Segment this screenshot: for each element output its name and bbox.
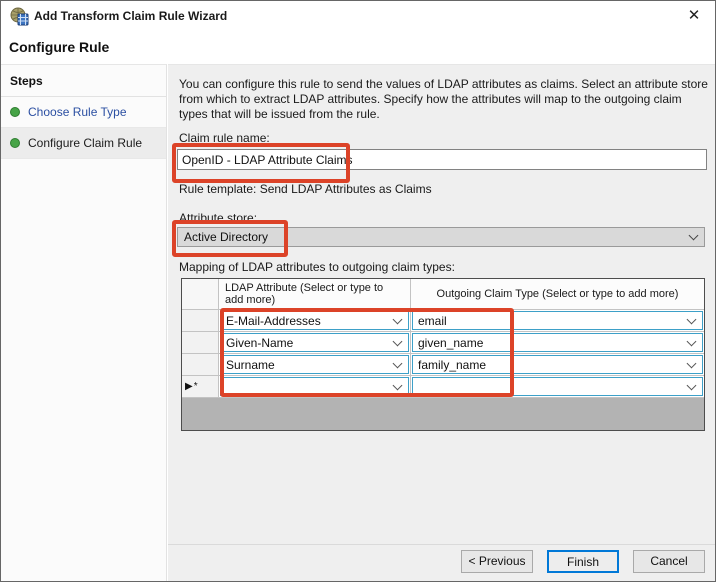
wizard-icon <box>10 7 29 26</box>
step-bullet-icon <box>10 107 20 117</box>
ldap-attribute-value: E-Mail-Addresses <box>226 313 321 328</box>
column-header-outgoing-claim-type: Outgoing Claim Type (Select or type to a… <box>411 279 704 310</box>
outgoing-claim-cell: given_name <box>411 332 704 354</box>
ldap-attribute-dropdown[interactable] <box>220 377 409 396</box>
attribute-store-dropdown[interactable]: Active Directory <box>177 227 705 247</box>
steps-heading: Steps <box>1 65 166 97</box>
row-selector[interactable] <box>182 310 219 332</box>
rule-template-text: Rule template: Send LDAP Attributes as C… <box>179 182 432 196</box>
chevron-down-icon <box>392 380 403 390</box>
finish-button[interactable]: Finish <box>547 550 619 573</box>
ldap-attribute-cell <box>219 376 411 398</box>
table-empty-area <box>182 398 704 430</box>
ldap-attribute-value: Given-Name <box>226 335 294 350</box>
outgoing-claim-value: email <box>418 313 447 328</box>
ldap-attribute-cell: Surname <box>219 354 411 376</box>
step-bullet-icon <box>10 138 20 148</box>
claim-rule-name-label: Claim rule name: <box>179 131 270 145</box>
chevron-down-icon <box>688 230 699 241</box>
row-selector[interactable] <box>182 354 219 376</box>
chevron-down-icon <box>392 358 403 368</box>
mapping-label: Mapping of LDAP attributes to outgoing c… <box>179 260 455 274</box>
table-row-new: ▶* <box>182 376 704 398</box>
attribute-store-label: Attribute store: <box>179 211 258 225</box>
row-selector-header <box>182 279 219 310</box>
outgoing-claim-dropdown[interactable]: email <box>412 311 703 330</box>
previous-button[interactable]: < Previous <box>461 550 533 573</box>
chevron-down-icon <box>686 380 697 390</box>
ldap-attribute-cell: E-Mail-Addresses <box>219 310 411 332</box>
ldap-attribute-dropdown[interactable]: Surname <box>220 355 409 374</box>
page-title: Configure Rule <box>9 39 110 55</box>
row-selector[interactable] <box>182 332 219 354</box>
mapping-table: LDAP Attribute (Select or type to add mo… <box>181 278 705 431</box>
ldap-attribute-value: Surname <box>226 357 275 372</box>
window-title: Add Transform Claim Rule Wizard <box>34 9 228 23</box>
chevron-down-icon <box>392 314 403 324</box>
new-row-marker-icon[interactable]: ▶* <box>182 376 219 398</box>
table-row: E-Mail-Addresses email <box>182 310 704 332</box>
outgoing-claim-cell: email <box>411 310 704 332</box>
steps-sidebar: Steps Choose Rule Type Configure Claim R… <box>1 64 167 581</box>
outgoing-claim-cell: family_name <box>411 354 704 376</box>
claim-rule-name-input[interactable] <box>177 149 707 170</box>
attribute-store-value: Active Directory <box>184 230 269 244</box>
sidebar-item-choose-rule-type[interactable]: Choose Rule Type <box>1 97 166 128</box>
outgoing-claim-dropdown[interactable]: given_name <box>412 333 703 352</box>
mapping-table-header: LDAP Attribute (Select or type to add mo… <box>182 279 704 310</box>
page-header: Configure Rule <box>1 31 715 64</box>
table-row: Surname family_name <box>182 354 704 376</box>
title-bar: Add Transform Claim Rule Wizard ✕ <box>1 1 715 32</box>
chevron-down-icon <box>686 314 697 324</box>
wizard-dialog: Add Transform Claim Rule Wizard ✕ Config… <box>0 0 716 582</box>
outgoing-claim-dropdown[interactable] <box>412 377 703 396</box>
rule-description: You can configure this rule to send the … <box>179 77 708 121</box>
outgoing-claim-cell <box>411 376 704 398</box>
table-row: Given-Name given_name <box>182 332 704 354</box>
step-label: Configure Claim Rule <box>28 136 143 150</box>
outgoing-claim-value: family_name <box>418 357 487 372</box>
content-panel: You can configure this rule to send the … <box>168 64 715 581</box>
chevron-down-icon <box>686 336 697 346</box>
outgoing-claim-value: given_name <box>418 335 484 350</box>
ldap-attribute-dropdown[interactable]: E-Mail-Addresses <box>220 311 409 330</box>
column-header-ldap-attribute: LDAP Attribute (Select or type to add mo… <box>219 279 411 310</box>
footer-divider <box>168 544 715 545</box>
step-label: Choose Rule Type <box>28 105 127 119</box>
outgoing-claim-dropdown[interactable]: family_name <box>412 355 703 374</box>
chevron-down-icon <box>686 358 697 368</box>
sidebar-item-configure-claim-rule[interactable]: Configure Claim Rule <box>1 128 166 159</box>
ldap-attribute-dropdown[interactable]: Given-Name <box>220 333 409 352</box>
close-icon[interactable]: ✕ <box>684 6 704 26</box>
chevron-down-icon <box>392 336 403 346</box>
ldap-attribute-cell: Given-Name <box>219 332 411 354</box>
cancel-button[interactable]: Cancel <box>633 550 705 573</box>
